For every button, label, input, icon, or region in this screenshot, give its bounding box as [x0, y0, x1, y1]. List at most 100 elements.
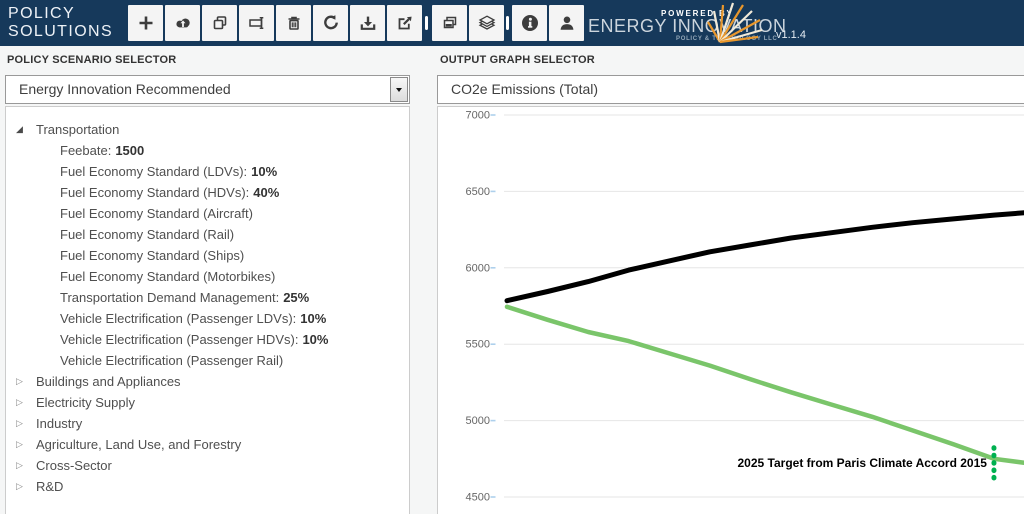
export-icon	[395, 13, 415, 33]
export-button[interactable]	[387, 5, 422, 41]
rename-icon	[247, 13, 267, 33]
tree-item-label: Fuel Economy Standard (Motorbikes)	[60, 269, 275, 284]
app-root: { "app": { "logo_line1": "POLICY", "logo…	[0, 0, 1024, 514]
download-icon	[358, 13, 378, 33]
tree-item[interactable]: Vehicle Electrification (Passenger HDVs)…	[6, 329, 409, 350]
tree-item-label: Cross-Sector	[36, 458, 112, 473]
tree-item-label: Transportation Demand Management:	[60, 290, 279, 305]
tree-item-label: Transportation	[36, 122, 119, 137]
tree-item-label: Industry	[36, 416, 82, 431]
policy-tree: ◢Transportation Feebate: 1500 Fuel Economy …	[5, 106, 410, 514]
tree-item[interactable]: Fuel Economy Standard (Motorbikes)	[6, 266, 409, 287]
tree-item-label: Vehicle Electrification (Passenger LDVs)…	[60, 311, 296, 326]
tree-item[interactable]: ◢Transportation	[6, 119, 409, 140]
tree-item[interactable]: Vehicle Electrification (Passenger Rail)	[6, 350, 409, 371]
output-graph-select-value: CO2e Emissions (Total)	[438, 76, 1024, 103]
tree-item-value: 10%	[302, 332, 328, 347]
tree-item-label: Agriculture, Land Use, and Forestry	[36, 437, 241, 452]
undo-button[interactable]	[313, 5, 348, 41]
frames-icon	[440, 13, 460, 33]
tree-item-label: Buildings and Appliances	[36, 374, 181, 389]
tree-item-label: Vehicle Electrification (Passenger HDVs)…	[60, 332, 298, 347]
emissions-chart-canvas: 7000 6500 6000 5500 5000 4500 2025 Target from…	[438, 107, 1024, 514]
tree-item[interactable]: Fuel Economy Standard (HDVs): 40%	[6, 182, 409, 203]
tree-item-label: R&D	[36, 479, 63, 494]
toolbar-separator	[506, 16, 509, 30]
tree-item-label: Feebate:	[60, 143, 111, 158]
svg-text:2025 Target from Paris Climate: 2025 Target from Paris Climate Accord 20…	[738, 456, 988, 470]
tree-item[interactable]: ▷R&D	[6, 476, 409, 497]
app-logo-line1: POLICY	[8, 5, 113, 23]
tree-item[interactable]: Fuel Economy Standard (Ships)	[6, 245, 409, 266]
compare-views-button[interactable]	[432, 5, 467, 41]
svg-text:5000: 5000	[466, 415, 490, 427]
layers-button[interactable]	[469, 5, 504, 41]
tree-item[interactable]: Feebate: 1500	[6, 140, 409, 161]
tree-item-label: Fuel Economy Standard (Rail)	[60, 227, 234, 242]
tree-item[interactable]: ▷Cross-Sector	[6, 455, 409, 476]
expand-toggle-icon[interactable]: ▷	[16, 419, 36, 429]
cloud-upload-icon	[173, 13, 193, 33]
layers-icon	[477, 13, 497, 33]
svg-text:5500: 5500	[466, 339, 490, 351]
scenario-select-value: Energy Innovation Recommended	[6, 76, 409, 103]
tree-item-value: 1500	[115, 143, 144, 158]
tree-item[interactable]: ▷Buildings and Appliances	[6, 371, 409, 392]
tree-item-label: Electricity Supply	[36, 395, 135, 410]
tree-item[interactable]: Fuel Economy Standard (Aircraft)	[6, 203, 409, 224]
caret-down-icon	[396, 88, 402, 92]
version-label: v1.1.4	[776, 29, 806, 41]
expand-toggle-icon[interactable]: ▷	[16, 398, 36, 408]
scenario-select[interactable]: Energy Innovation Recommended	[5, 75, 410, 104]
top-bar: POLICY SOLUTIONS	[0, 0, 1024, 46]
tree-item[interactable]: Vehicle Electrification (Passenger LDVs)…	[6, 308, 409, 329]
tree-item-label: Fuel Economy Standard (Aircraft)	[60, 206, 253, 221]
copy-icon	[210, 13, 230, 33]
expand-toggle-icon[interactable]: ▷	[16, 377, 36, 387]
tree-item[interactable]: Transportation Demand Management: 25%	[6, 287, 409, 308]
output-graph-select[interactable]: CO2e Emissions (Total)	[437, 75, 1024, 104]
svg-text:4500: 4500	[466, 492, 490, 504]
collapse-toggle-icon[interactable]: ◢	[16, 125, 36, 135]
expand-toggle-icon[interactable]: ▷	[16, 440, 36, 450]
undo-icon	[321, 13, 341, 33]
svg-text:6500: 6500	[466, 186, 490, 198]
info-button[interactable]	[512, 5, 547, 41]
account-button[interactable]	[549, 5, 584, 41]
plus-icon	[136, 13, 156, 33]
expand-toggle-icon[interactable]: ▷	[16, 482, 36, 492]
expand-toggle-icon[interactable]: ▷	[16, 461, 36, 471]
tree-item-value: 40%	[253, 185, 279, 200]
user-icon	[557, 13, 577, 33]
tree-item-label: Fuel Economy Standard (HDVs):	[60, 185, 249, 200]
tree-item[interactable]: Fuel Economy Standard (LDVs): 10%	[6, 161, 409, 182]
delete-button[interactable]	[276, 5, 311, 41]
download-button[interactable]	[350, 5, 385, 41]
duplicate-button[interactable]	[202, 5, 237, 41]
app-logo-line2: SOLUTIONS	[8, 23, 113, 41]
tree-item[interactable]: ▷Electricity Supply	[6, 392, 409, 413]
app-logo: POLICY SOLUTIONS	[8, 5, 113, 40]
toolbar-separator	[425, 16, 428, 30]
svg-text:6000: 6000	[466, 262, 490, 274]
tree-item-label: Fuel Economy Standard (Ships)	[60, 248, 244, 263]
svg-text:7000: 7000	[466, 110, 490, 122]
tree-item-label: Fuel Economy Standard (LDVs):	[60, 164, 247, 179]
output-graph-selector-label: OUTPUT GRAPH SELECTOR	[440, 54, 595, 66]
tree-item[interactable]: Fuel Economy Standard (Rail)	[6, 224, 409, 245]
tree-item-label: Vehicle Electrification (Passenger Rail)	[60, 353, 283, 368]
tree-item-value: 10%	[251, 164, 277, 179]
rename-button[interactable]	[239, 5, 274, 41]
tree-item-value: 25%	[283, 290, 309, 305]
new-scenario-button[interactable]	[128, 5, 163, 41]
emissions-chart: 7000 6500 6000 5500 5000 4500 2025 Target from…	[437, 106, 1024, 514]
info-icon	[520, 13, 540, 33]
tree-item[interactable]: ▷Industry	[6, 413, 409, 434]
sunburst-logo	[706, 2, 764, 44]
cloud-open-button[interactable]	[165, 5, 200, 41]
policy-scenario-selector-label: POLICY SCENARIO SELECTOR	[7, 54, 176, 66]
trash-icon	[284, 13, 304, 33]
tree-item[interactable]: ▷Agriculture, Land Use, and Forestry	[6, 434, 409, 455]
scenario-select-arrow-button[interactable]	[390, 77, 408, 102]
tree-item-value: 10%	[300, 311, 326, 326]
